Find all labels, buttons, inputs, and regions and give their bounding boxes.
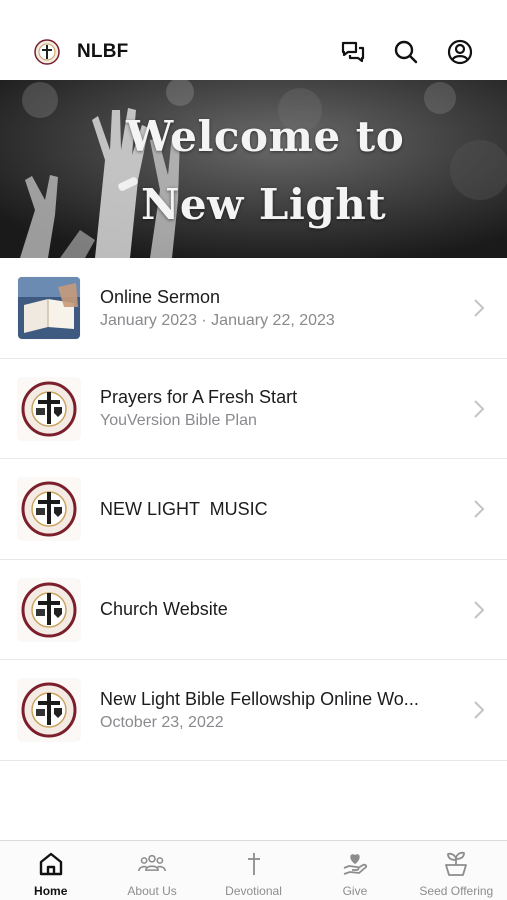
account-button[interactable] <box>446 38 474 66</box>
list-item[interactable]: New Light Bible Fellowship Online Wo... … <box>0 660 507 761</box>
chevron-right-icon <box>474 701 485 719</box>
list-item[interactable]: Prayers for A Fresh Start YouVersion Bib… <box>0 358 507 459</box>
list-item-subtitle: YouVersion Bible Plan <box>100 412 257 429</box>
tab-seed-offering[interactable]: Seed Offering <box>406 841 507 900</box>
search-button[interactable] <box>392 38 420 66</box>
banner-title-line1: Welcome to <box>126 112 405 161</box>
chevron-right-icon <box>474 500 485 518</box>
bible-photo-icon <box>18 277 80 339</box>
list-item-thumbnail <box>18 277 80 339</box>
church-logo-icon <box>18 578 80 641</box>
app-header: NLBF <box>0 22 507 80</box>
account-icon <box>447 39 473 65</box>
list-item[interactable]: Online Sermon January 2023 · January 22,… <box>0 258 507 359</box>
church-logo-icon <box>18 478 80 540</box>
list-item-thumbnail <box>18 377 80 440</box>
list-item-title: NEW LIGHT MUSIC <box>100 498 268 519</box>
list-item[interactable]: Church Website <box>0 559 507 660</box>
welcome-banner[interactable]: Welcome to New Light <box>0 80 507 258</box>
status-bar <box>0 0 507 22</box>
chevron-right-icon <box>474 299 485 317</box>
tab-give[interactable]: Give <box>304 841 405 900</box>
list-item-title: Prayers for A Fresh Start <box>100 387 298 407</box>
list-item-title: Church Website <box>100 599 228 619</box>
worship-hands-image <box>0 80 507 258</box>
tab-label: Home <box>34 884 68 898</box>
list-item[interactable]: NEW LIGHT MUSIC <box>0 459 507 560</box>
tab-label: About Us <box>127 884 177 898</box>
church-logo-icon <box>34 39 60 65</box>
chevron-right-icon <box>474 399 485 418</box>
banner-title-line2: New Light <box>141 180 387 229</box>
list-item-title: Online Sermon <box>100 286 221 307</box>
church-logo-icon <box>18 377 80 440</box>
bottom-tab-bar: Home About Us Devotional Give Seed Offer… <box>0 840 507 900</box>
list-item-thumbnail <box>18 578 80 641</box>
list-item-thumbnail <box>18 679 80 741</box>
chevron-right-icon <box>474 600 485 619</box>
give-icon <box>343 854 368 875</box>
sprout-icon <box>445 851 468 876</box>
tab-label: Devotional <box>225 884 282 898</box>
app-title: NLBF <box>77 41 129 62</box>
church-logo-icon <box>18 679 80 741</box>
messages-button[interactable] <box>339 38 367 66</box>
content-list: Online Sermon January 2023 · January 22,… <box>0 258 507 761</box>
list-item-title: New Light Bible Fellowship Online Wo... <box>100 688 419 709</box>
tab-label: Give <box>342 884 368 898</box>
list-item-subtitle: October 23, 2022 <box>100 713 224 731</box>
tab-about-us[interactable]: About Us <box>101 841 202 900</box>
tab-label: Seed Offering <box>419 884 494 898</box>
search-icon <box>394 40 418 64</box>
tab-devotional[interactable]: Devotional <box>203 841 304 900</box>
list-item-subtitle: January 2023 · January 22, 2023 <box>100 311 335 329</box>
messages-icon <box>341 41 365 63</box>
home-icon <box>39 852 62 876</box>
tab-home[interactable]: Home <box>0 841 101 900</box>
list-item-thumbnail <box>18 478 80 540</box>
people-icon <box>138 854 167 872</box>
cross-icon <box>247 853 260 875</box>
